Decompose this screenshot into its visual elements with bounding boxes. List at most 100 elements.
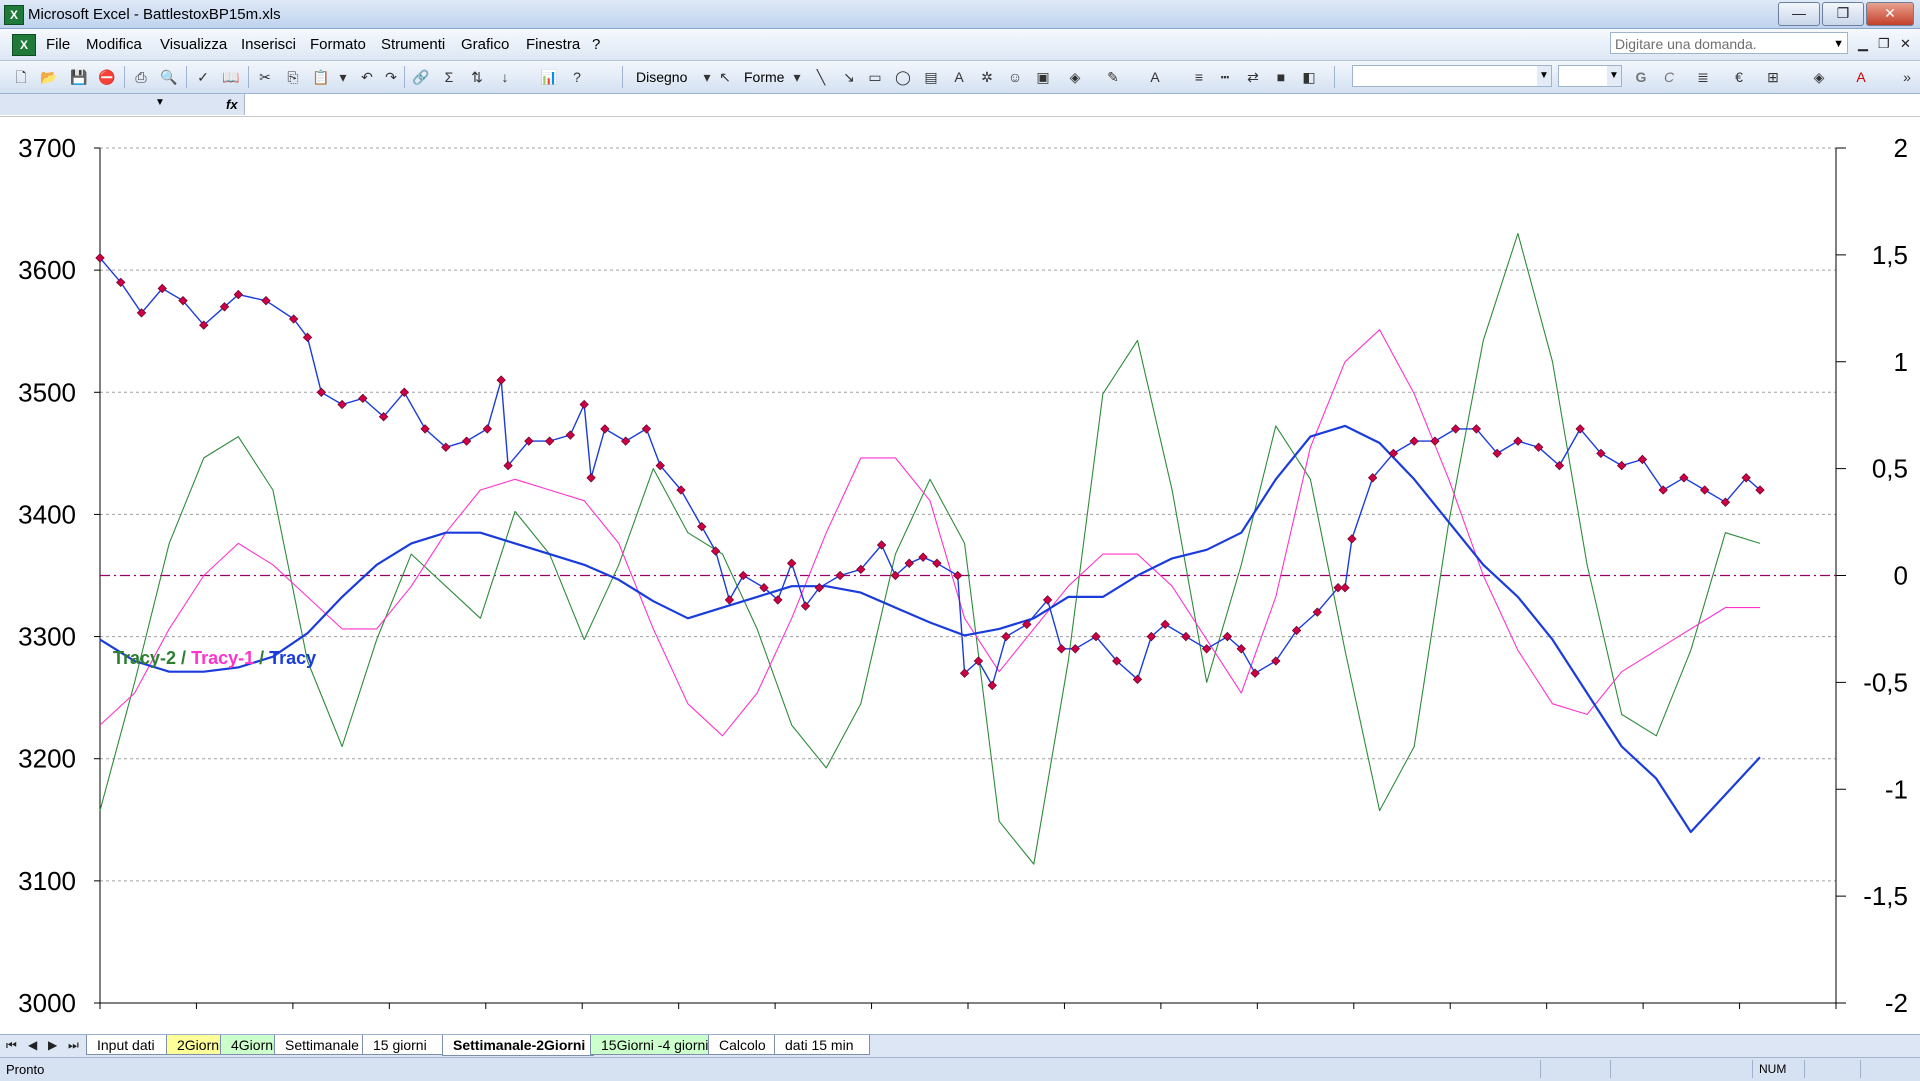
right-tick-label: 0,5: [1872, 454, 1908, 484]
research-icon[interactable]: 📖: [222, 68, 240, 86]
sheet-tab[interactable]: 15 giorni: [362, 1035, 446, 1055]
chevron-down-icon[interactable]: ▼: [1833, 33, 1844, 55]
next-sheet-icon[interactable]: ▶: [48, 1038, 57, 1052]
excel-icon[interactable]: X: [4, 5, 24, 25]
print-preview-icon[interactable]: 🔍: [160, 68, 178, 86]
sheet-tab[interactable]: Calcolo: [708, 1035, 778, 1055]
legend-entry: Tracy-2: [113, 648, 176, 668]
arrow-icon[interactable]: ↘: [840, 68, 858, 86]
sheet-tab[interactable]: dati 15 min: [774, 1035, 870, 1055]
new-icon[interactable]: 🗋: [12, 68, 30, 86]
save-icon[interactable]: 💾: [70, 68, 88, 86]
chart-wizard-icon[interactable]: 📊: [540, 68, 558, 86]
chevron-down-icon[interactable]: ▼: [155, 97, 165, 108]
menu-finestra[interactable]: Finestra: [526, 36, 580, 53]
open-icon[interactable]: 📂: [40, 68, 58, 86]
italic-icon[interactable]: C: [1660, 68, 1678, 86]
font-color-icon[interactable]: A: [1146, 68, 1164, 86]
minimize-button[interactable]: —: [1778, 2, 1820, 26]
help-icon[interactable]: ?: [568, 68, 586, 86]
paste-icon[interactable]: 📋: [312, 68, 330, 86]
clipart-icon[interactable]: ☺: [1006, 68, 1024, 86]
workbook-icon[interactable]: X: [12, 34, 36, 56]
font-name-combo[interactable]: ▼: [1352, 65, 1552, 87]
restore-button[interactable]: ❐: [1822, 2, 1864, 26]
cut-icon[interactable]: ✂: [256, 68, 274, 86]
borders-icon[interactable]: ⊞: [1764, 68, 1782, 86]
chevron-down-icon[interactable]: ▼: [1607, 66, 1621, 86]
sheet-tab[interactable]: 15Giorni -4 giorni: [590, 1035, 712, 1055]
doc-minimize-button[interactable]: ▁: [1858, 36, 1868, 52]
permission-icon[interactable]: ⛔: [98, 68, 116, 86]
3d-style-icon[interactable]: ◧: [1300, 68, 1318, 86]
chart[interactable]: 30003100320033003400350036003700 -2-1,5-…: [0, 117, 1920, 1035]
undo-icon[interactable]: ↶: [358, 68, 376, 86]
price-marker: [579, 399, 589, 410]
bold-icon[interactable]: G: [1632, 68, 1650, 86]
rectangle-icon[interactable]: ▭: [866, 68, 884, 86]
sheet-tab[interactable]: Settimanale: [274, 1035, 366, 1055]
sort-descending-icon[interactable]: ↓: [496, 68, 514, 86]
arrow-style-icon[interactable]: ⇄: [1244, 68, 1262, 86]
chevron-down-icon[interactable]: ▼: [1537, 66, 1551, 86]
shapes-menu-button[interactable]: Forme: [744, 69, 784, 85]
menu-visualizza[interactable]: Visualizza: [160, 36, 227, 53]
wordart-icon[interactable]: A: [950, 68, 968, 86]
draw-dropdown-icon[interactable]: ▾: [698, 68, 716, 86]
redo-icon[interactable]: ↷: [382, 68, 400, 86]
draw-menu-button[interactable]: Disegno: [636, 69, 687, 85]
euro-icon[interactable]: €: [1730, 68, 1748, 86]
menu-grafico[interactable]: Grafico: [461, 36, 509, 53]
fill-color-icon[interactable]: ◈: [1810, 68, 1828, 86]
autosum-icon[interactable]: Σ: [440, 68, 458, 86]
oval-icon[interactable]: ◯: [894, 68, 912, 86]
prev-sheet-icon[interactable]: ◀: [28, 1038, 37, 1052]
copy-icon[interactable]: ⎘: [284, 68, 302, 86]
name-box[interactable]: ▼ fx: [0, 94, 245, 115]
sheet-tab[interactable]: Settimanale-2Giorni: [442, 1035, 594, 1056]
right-tick-label: -0,5: [1863, 667, 1908, 697]
menu-formato[interactable]: Formato: [310, 36, 366, 53]
menu-help[interactable]: ?: [592, 36, 600, 53]
doc-restore-button[interactable]: ❐: [1878, 36, 1890, 52]
shadow-icon[interactable]: ■: [1272, 68, 1290, 86]
left-tick-label: 3200: [18, 744, 76, 774]
doc-close-button[interactable]: ✕: [1900, 36, 1911, 52]
menu-file[interactable]: File: [46, 36, 70, 53]
line-icon[interactable]: ╲: [812, 68, 830, 86]
price-marker: [1181, 631, 1191, 642]
line-style-icon[interactable]: ≡: [1190, 68, 1208, 86]
fill-color-icon[interactable]: ◈: [1066, 68, 1084, 86]
dash-style-icon[interactable]: ┅: [1216, 68, 1234, 86]
left-tick-label: 3000: [18, 988, 76, 1018]
diagram-icon[interactable]: ✲: [978, 68, 996, 86]
select-objects-icon[interactable]: ↖: [716, 68, 734, 86]
insert-function-icon[interactable]: fx: [226, 97, 238, 112]
last-sheet-icon[interactable]: ⏭: [68, 1038, 79, 1053]
series-line: [99, 329, 1760, 737]
sheet-tab[interactable]: Input dati: [86, 1035, 170, 1055]
text-box-icon[interactable]: ▤: [922, 68, 940, 86]
toolbar-options-icon[interactable]: »: [1898, 68, 1916, 86]
font-size-combo[interactable]: ▼: [1558, 65, 1622, 87]
menu-modifica[interactable]: Modifica: [86, 36, 142, 53]
spelling-icon[interactable]: ✓: [194, 68, 212, 86]
shapes-dropdown-icon[interactable]: ▾: [788, 68, 806, 86]
sort-ascending-icon[interactable]: ⇅: [468, 68, 486, 86]
font-color-icon[interactable]: A: [1852, 68, 1870, 86]
status-text: Pronto: [6, 1062, 45, 1077]
paste-dropdown-icon[interactable]: ▾: [334, 68, 352, 86]
sheet-tab[interactable]: 2Giorni: [166, 1035, 224, 1055]
hyperlink-icon[interactable]: 🔗: [412, 68, 430, 86]
line-color-icon[interactable]: ✎: [1104, 68, 1122, 86]
help-question-input[interactable]: Digitare una domanda. ▼: [1610, 32, 1848, 54]
sheet-tab[interactable]: 4Giorni: [220, 1035, 278, 1055]
menu-strumenti[interactable]: Strumenti: [381, 36, 445, 53]
print-icon[interactable]: ⎙: [132, 68, 150, 86]
first-sheet-icon[interactable]: ⏮: [6, 1038, 17, 1053]
picture-icon[interactable]: ▣: [1034, 68, 1052, 86]
right-tick-label: -1: [1885, 774, 1908, 804]
menu-inserisci[interactable]: Inserisci: [241, 36, 296, 53]
close-button[interactable]: ✕: [1866, 2, 1914, 26]
align-icon[interactable]: ≣: [1694, 68, 1712, 86]
